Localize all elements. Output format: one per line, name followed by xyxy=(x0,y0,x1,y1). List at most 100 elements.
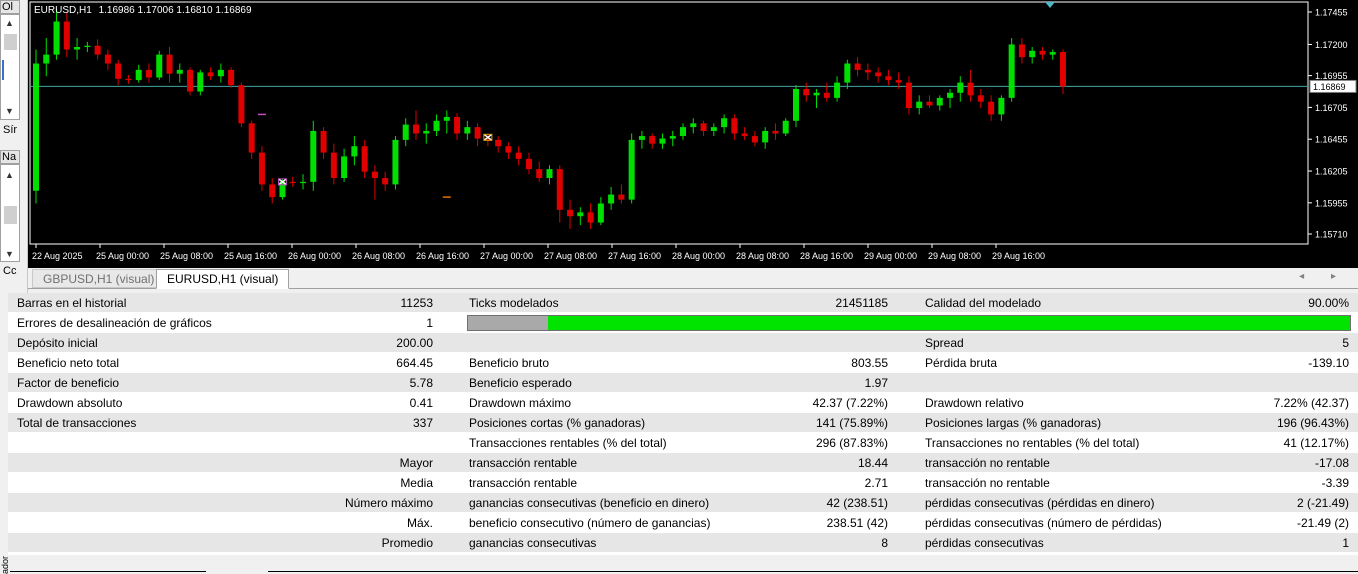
report-label: transacción rentable xyxy=(469,456,578,470)
bull-candle xyxy=(135,69,142,81)
left-panel-scrollbar-thumb[interactable] xyxy=(4,34,17,50)
chart-header: EURUSD,H1 1.16986 1.17006 1.16810 1.1686… xyxy=(34,5,256,16)
bull-candle xyxy=(957,82,964,93)
report-row: Máx. beneficio consecutivo (número de gan… xyxy=(8,513,1358,533)
report-value: -21.49 (2) xyxy=(1296,516,1349,530)
bear-candle xyxy=(371,171,378,179)
report-value: 238.51 (42) xyxy=(826,516,888,530)
current-price-label: 1.16869 xyxy=(1313,82,1346,92)
report-label: Drawdown absoluto xyxy=(17,396,123,410)
bear-candle xyxy=(145,69,152,78)
report-label xyxy=(17,453,347,473)
bull-candle xyxy=(669,136,676,139)
x-tick-label: 25 Aug 08:00 xyxy=(160,251,213,261)
bear-candle xyxy=(361,146,368,172)
report-label: Ticks modelados xyxy=(469,296,559,310)
bear-candle xyxy=(875,72,882,77)
chart-ohlc: 1.16986 1.17006 1.16810 1.16869 xyxy=(98,5,252,16)
report-label: transacción no rentable xyxy=(925,476,1050,490)
report-row: Mayor transacción rentable 18.44 transacció… xyxy=(8,453,1358,473)
report-value: 196 (96.43%) xyxy=(1276,416,1349,430)
bull-candle xyxy=(74,46,81,50)
bull-candle xyxy=(300,181,307,184)
left-panel-mid-header: Na xyxy=(0,150,20,164)
report-value: 7.22% (42.37) xyxy=(1273,396,1349,410)
x-tick-label: 29 Aug 08:00 xyxy=(928,251,981,261)
bear-candle xyxy=(104,54,111,64)
bear-candle xyxy=(864,69,871,73)
bear-candle xyxy=(700,123,707,131)
report-value: 1 xyxy=(426,316,433,330)
bull-candle xyxy=(844,63,851,83)
report-label: Spread xyxy=(925,336,964,350)
scroll-up-icon[interactable]: ▲ xyxy=(5,18,14,28)
bear-candle xyxy=(248,123,255,153)
bull-candle xyxy=(608,194,615,204)
report-label: pérdidas consecutivas (pérdidas en diner… xyxy=(925,496,1155,510)
bear-candle xyxy=(320,130,327,153)
report-value: 42 (238.51) xyxy=(826,496,888,510)
x-tick-label: 27 Aug 16:00 xyxy=(608,251,661,261)
x-tick-label: 29 Aug 16:00 xyxy=(992,251,1045,261)
bull-candle xyxy=(43,54,50,64)
left-panel-scrollbar-thumb[interactable] xyxy=(4,206,17,224)
report-label: ganancias consecutivas (beneficio en din… xyxy=(469,496,710,510)
scroll-down-icon[interactable]: ▼ xyxy=(5,249,14,259)
report-label: Beneficio esperado xyxy=(469,376,572,390)
x-tick-label: 25 Aug 16:00 xyxy=(224,251,277,261)
bull-candle xyxy=(176,69,183,74)
scroll-up-icon[interactable]: ▲ xyxy=(5,170,14,180)
report-value: 803.55 xyxy=(851,356,888,370)
report-label: Beneficio bruto xyxy=(469,356,550,370)
y-tick-label: 1.16705 xyxy=(1315,103,1348,113)
candlestick-chart[interactable]: 1.17455 1.17200 1.16955 1.16705 1.16455 1.162… xyxy=(28,0,1358,268)
bull-candle xyxy=(638,136,645,140)
bear-candle xyxy=(649,136,656,144)
x-tick-label: 27 Aug 08:00 xyxy=(544,251,597,261)
bull-candle xyxy=(1049,52,1056,55)
bull-candle xyxy=(998,97,1005,115)
report-value: 141 (75.89%) xyxy=(815,416,888,430)
bull-candle xyxy=(546,169,553,179)
bear-candle xyxy=(166,54,173,74)
report-label xyxy=(17,533,347,553)
report-row: Número máximo ganancias consecutivas (ben… xyxy=(8,493,1358,513)
bear-candle xyxy=(269,184,276,198)
bull-candle xyxy=(577,212,584,217)
report-row: Total de transacciones 337 Posiciones cort… xyxy=(8,413,1358,433)
price-chart[interactable]: 1.17455 1.17200 1.16955 1.16705 1.16455 1.162… xyxy=(28,0,1358,268)
y-tick-label: 1.16455 xyxy=(1315,135,1348,145)
bull-candle xyxy=(680,127,687,137)
left-panel-partial-label: Cc xyxy=(3,265,17,277)
report-label xyxy=(17,493,347,513)
x-tick-label: 27 Aug 00:00 xyxy=(480,251,533,261)
left-panel-top-header: Ol xyxy=(0,0,20,14)
y-tick-label: 1.16955 xyxy=(1315,71,1348,81)
report-value: 8 xyxy=(881,536,888,550)
y-tick-label: 1.15710 xyxy=(1315,230,1348,240)
x-tick-label: 22 Aug 2025 xyxy=(32,251,83,261)
tab-gbpusd[interactable]: GBPUSD,H1 (visual) xyxy=(32,269,166,288)
bull-candle xyxy=(710,127,717,131)
plot-frame xyxy=(29,1,1309,245)
report-value: 0.41 xyxy=(409,396,433,410)
report-value: 2 (-21.49) xyxy=(1296,496,1349,510)
report-row: Factor de beneficio 5.78 Beneficio esperad… xyxy=(8,373,1358,393)
report-label: Posiciones largas (% ganadoras) xyxy=(925,416,1102,430)
tab-eurusd[interactable]: EURUSD,H1 (visual) xyxy=(156,269,290,289)
left-panel-selection-marker xyxy=(2,60,4,80)
bear-candle xyxy=(207,72,214,77)
bear-candle xyxy=(474,127,481,139)
bear-candle xyxy=(1039,50,1046,55)
tab-scroll-arrows-icon[interactable]: ◂ ▸ xyxy=(1299,271,1348,282)
report-value: Número máximo xyxy=(344,496,433,510)
report-label: ganancias consecutivas xyxy=(469,536,597,550)
bear-candle xyxy=(515,152,522,159)
bear-candle xyxy=(505,146,512,153)
bear-candle xyxy=(895,80,902,83)
report-value xyxy=(708,333,888,353)
bull-candle xyxy=(217,69,224,77)
report-value: 1.97 xyxy=(864,376,888,390)
scroll-down-icon[interactable]: ▼ xyxy=(5,106,14,116)
report-value: -17.08 xyxy=(1314,456,1349,470)
